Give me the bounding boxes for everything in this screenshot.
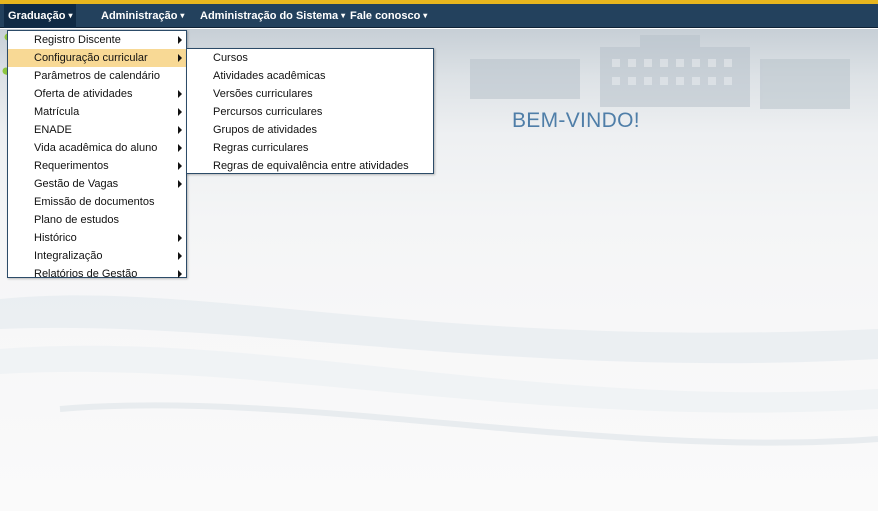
submenu-item-cursos[interactable]: Cursos <box>187 49 433 67</box>
menu-item-matricula[interactable]: Matrícula <box>8 103 186 121</box>
menu-item-label: Percursos curriculares <box>213 106 323 118</box>
menu-item-relatorios-gestao[interactable]: Relatórios de Gestão <box>8 265 186 283</box>
menu-administracao-sistema[interactable]: Administração do Sistema ▾ <box>196 4 349 28</box>
menu-administracao[interactable]: Administração ▾ <box>97 4 188 28</box>
chevron-down-icon: ▾ <box>180 11 185 20</box>
chevron-right-icon <box>178 144 182 152</box>
page: Graduação ▾ Administração ▾ Administração … <box>0 0 878 511</box>
menu-item-requerimentos[interactable]: Requerimentos <box>8 157 186 175</box>
submenu-item-percursos-curriculares[interactable]: Percursos curriculares <box>187 103 433 121</box>
menu-item-label: Histórico <box>34 232 77 244</box>
menu-item-oferta-atividades[interactable]: Oferta de atividades <box>8 85 186 103</box>
menu-item-emissao-documentos[interactable]: Emissão de documentos <box>8 193 186 211</box>
menu-item-label: Atividades acadêmicas <box>213 70 326 82</box>
chevron-down-icon: ▾ <box>423 11 428 20</box>
menu-item-label: Integralização <box>34 250 103 262</box>
menu-item-label: Regras de equivalência entre atividades <box>213 160 409 172</box>
chevron-right-icon <box>178 36 182 44</box>
menu-graduacao[interactable]: Graduação ▾ <box>4 4 77 28</box>
chevron-right-icon <box>178 252 182 260</box>
menu-item-label: Matrícula <box>34 106 80 118</box>
menu-item-label: Grupos de atividades <box>213 124 317 136</box>
menu-item-registro-discente[interactable]: Registro Discente <box>8 31 186 49</box>
menu-fale-conosco-label: Fale conosco <box>350 10 421 22</box>
menu-item-label: Emissão de documentos <box>34 196 155 208</box>
menu-item-label: Parâmetros de calendário <box>34 70 160 82</box>
menu-item-label: Cursos <box>213 52 248 64</box>
chevron-down-icon: ▾ <box>341 11 346 20</box>
chevron-right-icon <box>178 162 182 170</box>
menu-item-label: Configuração curricular <box>34 52 148 64</box>
chevron-right-icon <box>178 126 182 134</box>
configuracao-curricular-submenu: Cursos Atividades acadêmicas Versões cur… <box>186 48 434 174</box>
menu-item-label: ENADE <box>34 124 72 136</box>
menu-item-label: Registro Discente <box>34 34 121 46</box>
menu-administracao-label: Administração <box>101 10 178 22</box>
menu-item-label: Requerimentos <box>34 160 109 172</box>
menu-item-plano-estudos[interactable]: Plano de estudos <box>8 211 186 229</box>
chevron-down-icon: ▾ <box>68 11 73 20</box>
chevron-right-icon <box>178 90 182 98</box>
menu-item-label: Versões curriculares <box>213 88 313 100</box>
menu-administracao-sistema-label: Administração do Sistema <box>200 10 339 22</box>
chevron-right-icon <box>178 270 182 278</box>
submenu-item-regras-equivalencia[interactable]: Regras de equivalência entre atividades <box>187 157 433 175</box>
menu-item-label: Vida acadêmica do aluno <box>34 142 158 154</box>
chevron-right-icon <box>178 108 182 116</box>
welcome-heading: BEM-VINDO! <box>512 109 640 132</box>
menu-item-label: Regras curriculares <box>213 142 309 154</box>
chevron-right-icon <box>178 54 182 62</box>
menu-fale-conosco[interactable]: Fale conosco ▾ <box>346 4 431 28</box>
chevron-right-icon <box>178 180 182 188</box>
chevron-right-icon <box>178 234 182 242</box>
submenu-item-grupos-atividades[interactable]: Grupos de atividades <box>187 121 433 139</box>
menu-item-configuracao-curricular[interactable]: Configuração curricular <box>8 49 186 67</box>
graduacao-dropdown-menu: Registro Discente Configuração curricula… <box>7 30 187 280</box>
main-menubar: Graduação ▾ Administração ▾ Administração … <box>0 4 878 28</box>
submenu-item-versoes-curriculares[interactable]: Versões curriculares <box>187 85 433 103</box>
menu-item-parametros-calendario[interactable]: Parâmetros de calendário <box>8 67 186 85</box>
menu-graduacao-label: Graduação <box>8 10 66 22</box>
menu-item-enade[interactable]: ENADE <box>8 121 186 139</box>
menu-item-label: Gestão de Vagas <box>34 178 119 190</box>
menu-item-label: Relatórios de Gestão <box>34 268 138 280</box>
menu-item-label: Oferta de atividades <box>34 88 133 100</box>
menu-item-gestao-vagas[interactable]: Gestão de Vagas <box>8 175 186 193</box>
menu-item-historico[interactable]: Histórico <box>8 229 186 247</box>
menu-item-label: Plano de estudos <box>34 214 120 226</box>
menu-item-vida-academica[interactable]: Vida acadêmica do aluno <box>8 139 186 157</box>
submenu-item-atividades-academicas[interactable]: Atividades acadêmicas <box>187 67 433 85</box>
menu-item-integralizacao[interactable]: Integralização <box>8 247 186 265</box>
submenu-item-regras-curriculares[interactable]: Regras curriculares <box>187 139 433 157</box>
